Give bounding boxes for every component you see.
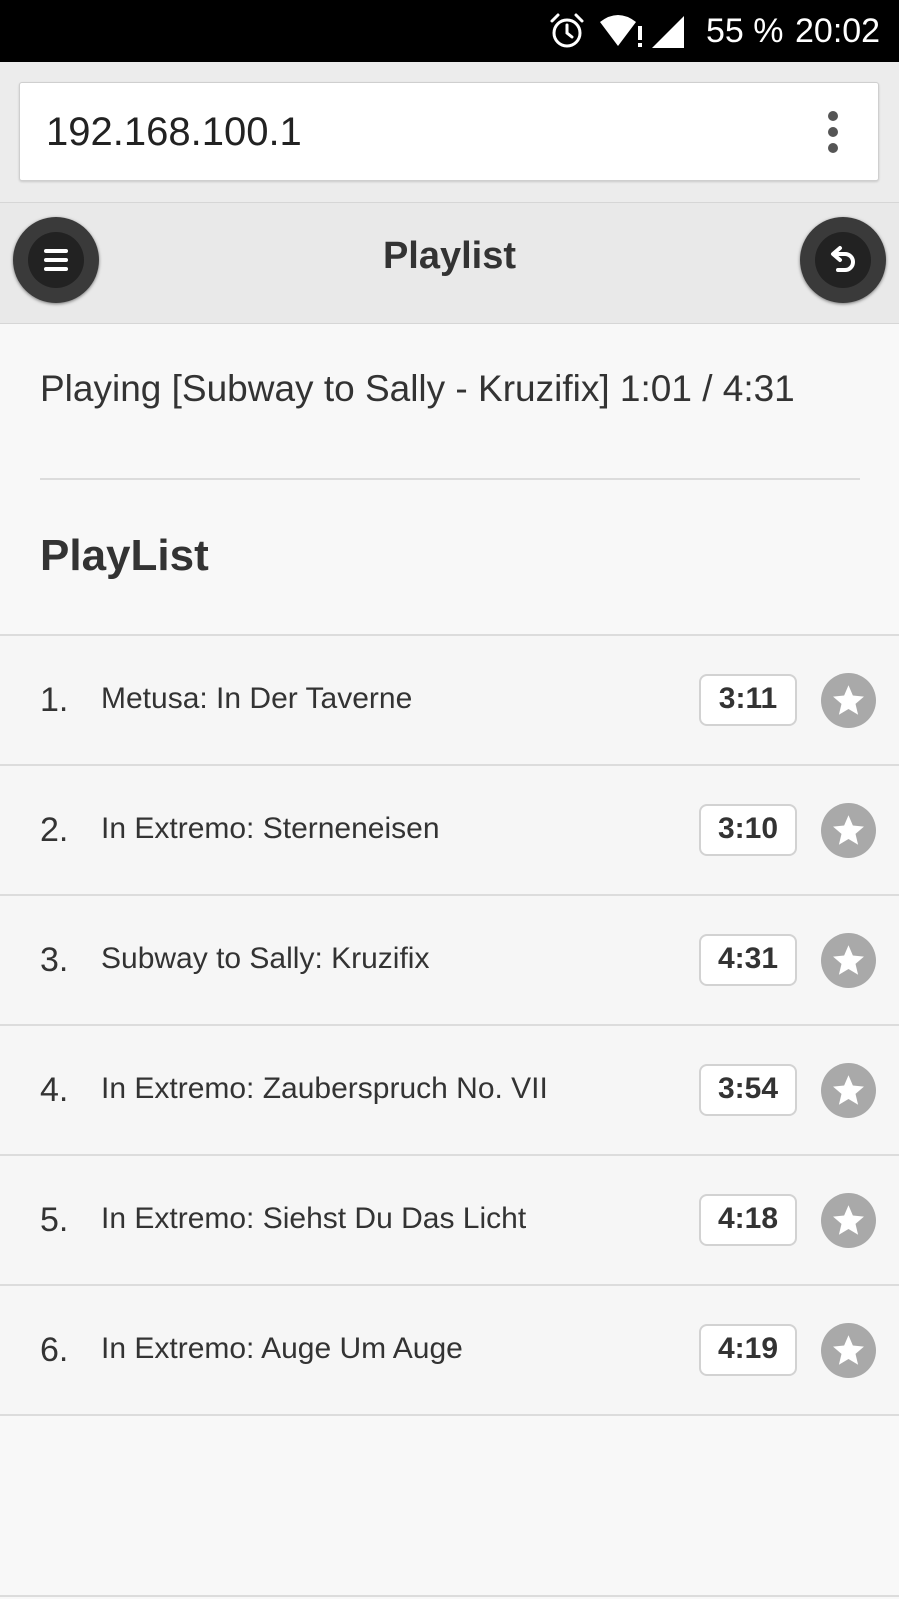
track-duration: 3:54 (699, 1064, 797, 1116)
star-icon (833, 1205, 864, 1235)
bottom-divider (0, 1595, 899, 1597)
back-button[interactable] (800, 217, 886, 303)
playlist-row[interactable]: 2. In Extremo: Sterneneisen 3:10 (0, 766, 899, 896)
star-icon (833, 685, 864, 715)
track-title[interactable]: Subway to Sally: Kruzifix (101, 939, 429, 979)
page-title: Playlist (382, 235, 517, 277)
now-playing-status: Playing [Subway to Sally - Kruzifix] 1:0… (40, 368, 795, 409)
playlist: 1. Metusa: In Der Taverne 3:11 2. In Ext… (0, 634, 899, 1416)
track-number: 3. (40, 941, 69, 979)
track-duration: 3:10 (699, 804, 797, 856)
track-number: 2. (40, 811, 69, 849)
track-number: 5. (40, 1201, 69, 1239)
track-duration: 4:19 (699, 1324, 797, 1376)
track-duration: 4:31 (699, 934, 797, 986)
favorite-button[interactable] (821, 933, 876, 988)
track-title[interactable]: In Extremo: Zauberspruch No. VII (101, 1069, 548, 1109)
playlist-row[interactable]: 3. Subway to Sally: Kruzifix 4:31 (0, 896, 899, 1026)
undo-icon (831, 246, 855, 272)
wifi-warning-icon (600, 15, 642, 47)
playlist-row[interactable]: 5. In Extremo: Siehst Du Das Licht 4:18 (0, 1156, 899, 1286)
track-title[interactable]: In Extremo: Sterneneisen (101, 809, 440, 849)
more-vert-icon[interactable] (820, 111, 846, 155)
status-time: 20:02 (795, 12, 881, 50)
app-header: Playlist (0, 202, 899, 324)
favorite-button[interactable] (821, 1193, 876, 1248)
track-duration: 4:18 (699, 1194, 797, 1246)
track-number: 1. (40, 681, 69, 719)
favorite-button[interactable] (821, 1063, 876, 1118)
track-title[interactable]: In Extremo: Auge Um Auge (101, 1329, 463, 1369)
playlist-row[interactable]: 1. Metusa: In Der Taverne 3:11 (0, 636, 899, 766)
cell-signal-icon (652, 16, 684, 48)
favorite-button[interactable] (821, 673, 876, 728)
favorite-button[interactable] (821, 803, 876, 858)
url-text[interactable]: 192.168.100.1 (46, 109, 302, 155)
track-title[interactable]: In Extremo: Siehst Du Das Licht (101, 1199, 526, 1239)
track-duration: 3:11 (699, 674, 797, 726)
star-icon (833, 1075, 864, 1105)
section-title: PlayList (40, 531, 209, 580)
track-title[interactable]: Metusa: In Der Taverne (101, 679, 412, 719)
status-bar: 55 % 20:02 (0, 0, 899, 62)
browser-toolbar: 192.168.100.1 (0, 62, 899, 202)
playlist-row[interactable]: 6. In Extremo: Auge Um Auge 4:19 (0, 1286, 899, 1416)
battery-level: 55 % (706, 12, 784, 50)
favorite-button[interactable] (821, 1323, 876, 1378)
star-icon (833, 815, 864, 845)
star-icon (833, 1335, 864, 1365)
divider (40, 478, 860, 480)
alarm-icon (550, 13, 584, 48)
track-number: 6. (40, 1331, 69, 1369)
track-number: 4. (40, 1071, 69, 1109)
star-icon (833, 945, 864, 975)
address-bar[interactable]: 192.168.100.1 (19, 82, 879, 181)
playlist-row[interactable]: 4. In Extremo: Zauberspruch No. VII 3:54 (0, 1026, 899, 1156)
